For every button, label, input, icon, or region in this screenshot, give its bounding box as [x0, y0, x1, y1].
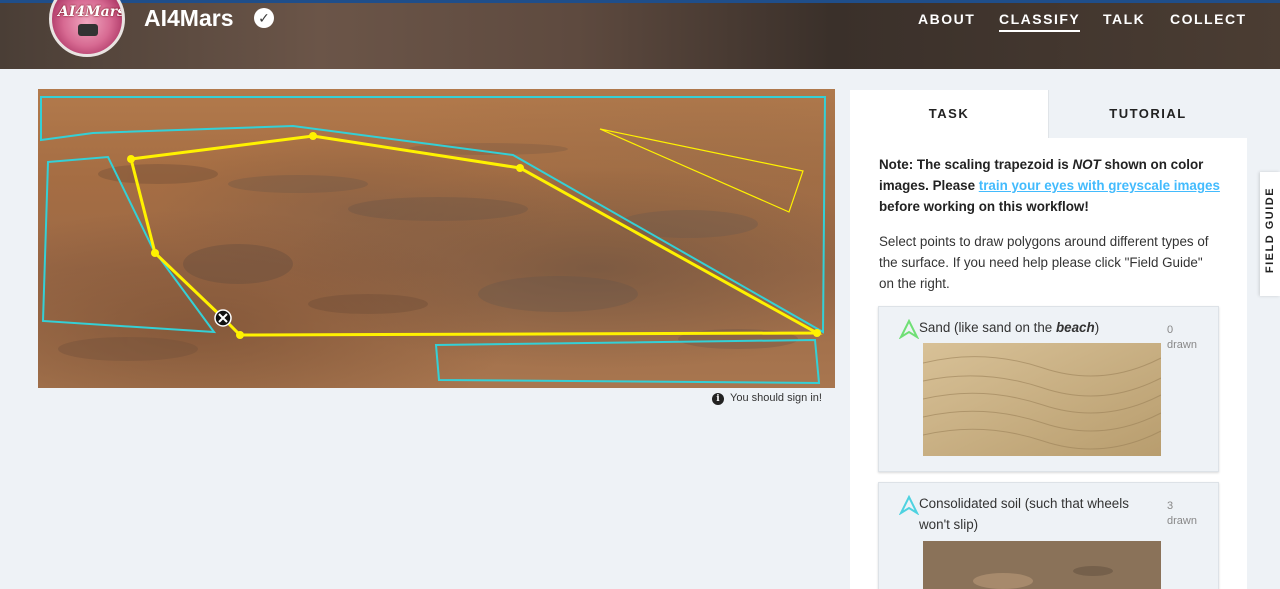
greyscale-training-link[interactable]: train your eyes with greyscale images [979, 178, 1220, 193]
drawn-label: drawn [1167, 515, 1197, 527]
rover-icon [78, 24, 98, 36]
polygon-tool-icon [899, 495, 919, 515]
task-panel: TASK TUTORIAL Note: The scaling trapezoi… [850, 90, 1247, 589]
soil-example-image [923, 541, 1161, 589]
logo-text: AI4Mars [58, 4, 125, 20]
choice-label: Sand (like sand on the beach) [919, 320, 1100, 335]
top-accent-line [0, 0, 1280, 3]
field-guide-tab[interactable]: FIELD GUIDE [1260, 172, 1280, 296]
choice-label: Consolidated soil (such that wheels won'… [919, 496, 1129, 532]
annotation-polygon-cyan-left[interactable] [41, 155, 217, 334]
info-icon: i [712, 393, 724, 405]
tab-tutorial[interactable]: TUTORIAL [1048, 90, 1247, 138]
drawn-label: drawn [1167, 339, 1197, 351]
polygon-tool-icon [899, 319, 919, 339]
annotation-polygon-yellow-thin[interactable] [599, 128, 804, 213]
top-bar: AI4Mars AI4Mars ✓ ABOUT CLASSIFY TALK CO… [0, 0, 1280, 69]
nav-classify[interactable]: CLASSIFY [999, 11, 1081, 32]
drawn-count: 0 [1167, 324, 1174, 336]
nav-talk[interactable]: TALK [1103, 11, 1145, 27]
subject-image-canvas[interactable] [38, 89, 835, 388]
task-instructions: Select points to draw polygons around di… [879, 234, 1209, 291]
tool-choice-consolidated-soil[interactable]: Consolidated soil (such that wheels won'… [878, 482, 1219, 589]
project-logo[interactable]: AI4Mars [49, 0, 125, 57]
drawn-count: 3 [1167, 500, 1174, 512]
nav-about[interactable]: ABOUT [918, 11, 975, 27]
tab-task[interactable]: TASK [850, 90, 1048, 138]
scaling-note: Note: The scaling trapezoid is NOT shown… [879, 157, 1220, 214]
annotation-layer[interactable] [38, 89, 835, 388]
task-tabs: TASK TUTORIAL [850, 90, 1247, 138]
tool-choice-sand[interactable]: Sand (like sand on the beach) 0 drawn [878, 306, 1219, 472]
project-title[interactable]: AI4Mars [144, 5, 233, 32]
sign-in-note: i You should sign in! [712, 392, 822, 405]
nav-collect[interactable]: COLLECT [1170, 11, 1247, 27]
sand-example-image [923, 343, 1161, 456]
delete-point-icon[interactable] [214, 309, 232, 327]
verified-check-icon: ✓ [254, 8, 274, 28]
